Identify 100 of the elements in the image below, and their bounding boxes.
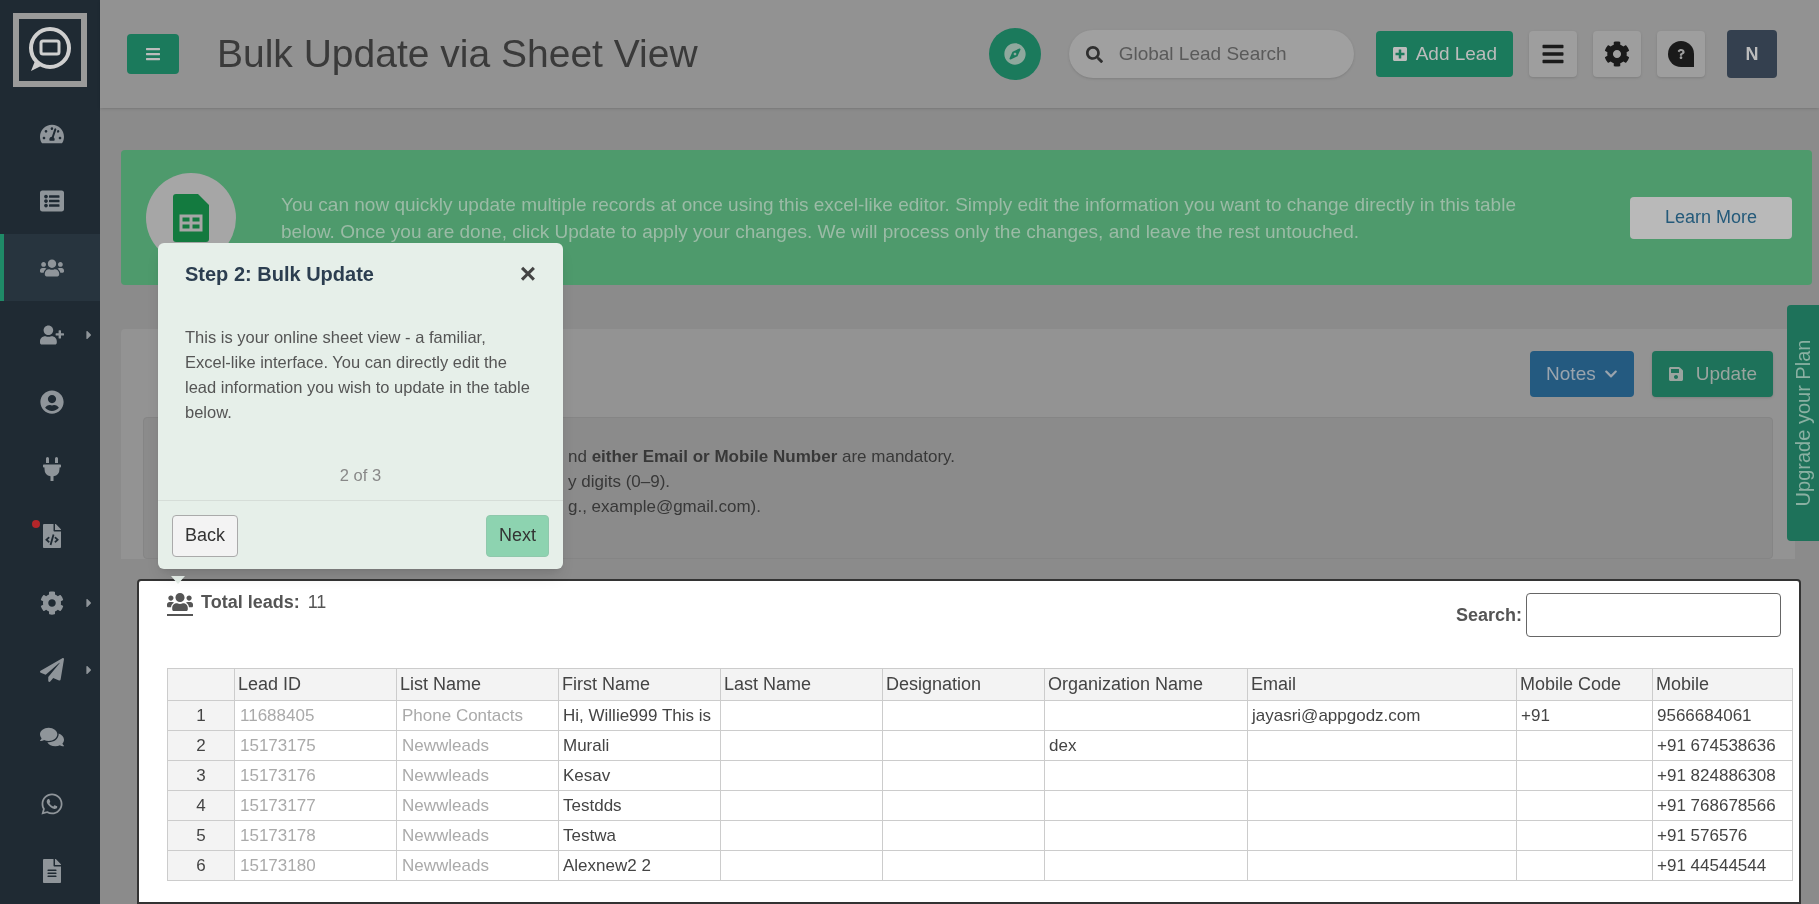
table-cell[interactable] <box>720 760 883 791</box>
table-cell[interactable]: +91 674538636 <box>1652 730 1793 761</box>
plug-icon <box>40 456 64 481</box>
help-icon <box>1668 41 1694 67</box>
search-label: Search: <box>1455 603 1522 627</box>
column-header: Mobile <box>1652 668 1793 701</box>
table-cell[interactable]: +91 44544544 <box>1652 850 1793 881</box>
table-cell[interactable] <box>1044 760 1248 791</box>
menu-button[interactable] <box>127 34 179 74</box>
settings-icon <box>40 590 64 615</box>
learn-more-button[interactable]: Learn More <box>1630 196 1792 239</box>
table-cell[interactable] <box>1247 730 1517 761</box>
table-cell[interactable] <box>720 850 883 881</box>
table-cell[interactable] <box>1247 790 1517 821</box>
table-cell[interactable] <box>1247 820 1517 851</box>
table-cell[interactable]: +91 576576 <box>1652 820 1793 851</box>
row-number: 6 <box>167 850 235 881</box>
compass-icon <box>1003 43 1026 65</box>
table-cell[interactable] <box>882 790 1045 821</box>
table-cell[interactable] <box>1516 730 1653 761</box>
spreadsheet-icon <box>173 193 209 242</box>
page-title: Bulk Update via Sheet View <box>217 30 698 77</box>
table-cell[interactable]: Alexnew2 2 <box>558 850 721 881</box>
table-cell[interactable] <box>1247 760 1517 791</box>
column-header: Email <box>1247 668 1517 701</box>
plus-icon <box>1391 46 1408 62</box>
row-number: 3 <box>167 760 235 791</box>
row-number: 5 <box>167 820 235 851</box>
list-icon <box>40 188 64 213</box>
note-text: nd either Email or Mobile Number are mandatory. <box>568 446 957 468</box>
settings-button[interactable] <box>1593 31 1641 77</box>
table-cell[interactable]: Testdds <box>558 790 721 821</box>
compass-button[interactable] <box>988 28 1041 80</box>
table-cell[interactable]: +91 <box>1516 700 1653 731</box>
whatsapp-icon <box>40 791 64 816</box>
table-cell[interactable] <box>720 700 883 731</box>
help-button[interactable] <box>1657 31 1705 77</box>
column-header: Designation <box>882 668 1045 701</box>
close-button[interactable]: × <box>519 260 536 288</box>
table-cell[interactable] <box>882 820 1045 851</box>
document-icon <box>40 858 64 883</box>
popover-title: Step 2: Bulk Update <box>185 262 374 287</box>
paper-plane-icon <box>40 657 64 682</box>
sidebar-item[interactable] <box>0 234 100 301</box>
table-cell[interactable] <box>1044 700 1248 731</box>
table-cell[interactable] <box>1044 820 1248 851</box>
column-header: List Name <box>396 668 559 701</box>
settings-icon <box>1604 41 1630 67</box>
column-header: Organization Name <box>1044 668 1248 701</box>
step-count-text: 2 of 3 <box>338 465 383 486</box>
list-view-button[interactable] <box>1529 31 1577 77</box>
table-cell[interactable] <box>1044 790 1248 821</box>
table-cell[interactable] <box>1516 850 1653 881</box>
table-cell[interactable]: Hi, Willie999 This is <box>558 700 721 731</box>
search-field[interactable]: Global Lead Search <box>1068 30 1354 78</box>
next-button[interactable]: Next <box>486 514 549 557</box>
column-header: Last Name <box>720 668 883 701</box>
user-plus-icon <box>40 322 64 347</box>
table-cell[interactable] <box>720 730 883 761</box>
chat-logo-icon <box>19 19 81 81</box>
table-cell[interactable]: Kesav <box>558 760 721 791</box>
note-text: y digits (0–9). <box>568 471 672 493</box>
table-cell[interactable] <box>882 760 1045 791</box>
row-number: 2 <box>167 730 235 761</box>
table-cell[interactable]: Murali <box>558 730 721 761</box>
table-cell[interactable]: +91 824886308 <box>1652 760 1793 791</box>
table-cell[interactable] <box>1516 790 1653 821</box>
table-cell[interactable] <box>1247 850 1517 881</box>
code-file-icon <box>40 523 64 548</box>
total-leads-count: 11 <box>307 591 327 614</box>
note-text: g., example@gmail.com). <box>568 496 762 518</box>
search-icon <box>1085 46 1103 63</box>
table-cell[interactable]: Testwa <box>558 820 721 851</box>
table-cell[interactable] <box>882 850 1045 881</box>
lines-icon <box>1540 42 1566 66</box>
table-cell[interactable] <box>720 790 883 821</box>
table-cell[interactable]: jayasri@appgodz.com <box>1247 700 1517 731</box>
table-cell[interactable] <box>882 730 1045 761</box>
table-cell[interactable]: 9566684061 <box>1652 700 1793 731</box>
popover-body: This is your online sheet view - a familiar, Excel-like interface. You can directly edit the lead information you wish to update in the table below. <box>184 327 531 423</box>
menu-icon <box>145 46 161 62</box>
table-cell[interactable]: dex <box>1044 730 1248 761</box>
user-avatar[interactable]: N <box>1727 30 1777 78</box>
table-cell[interactable] <box>1516 820 1653 851</box>
column-header <box>167 668 235 701</box>
row-number: 1 <box>167 700 235 731</box>
table-cell[interactable] <box>1516 760 1653 791</box>
table-search-field[interactable] <box>1526 593 1781 637</box>
column-header: Mobile Code <box>1516 668 1653 701</box>
table-cell[interactable]: +91 768678566 <box>1652 790 1793 821</box>
column-header: Lead ID <box>234 668 397 701</box>
table-cell[interactable] <box>720 820 883 851</box>
back-button[interactable]: Back <box>172 514 239 557</box>
table-cell[interactable] <box>1044 850 1248 881</box>
row-number: 4 <box>167 790 235 821</box>
table-cell[interactable] <box>882 700 1045 731</box>
banner-text: You can now quickly update multiple records at once using this excel-like editor. Simply edit the information you want to change directly in this table below. Once you are done, click Update to apply your changes. We will process only the changes, and leave the rest untouched. <box>281 192 1517 244</box>
save-icon <box>1667 366 1684 382</box>
app-logo[interactable] <box>13 13 87 87</box>
column-header: First Name <box>558 668 721 701</box>
